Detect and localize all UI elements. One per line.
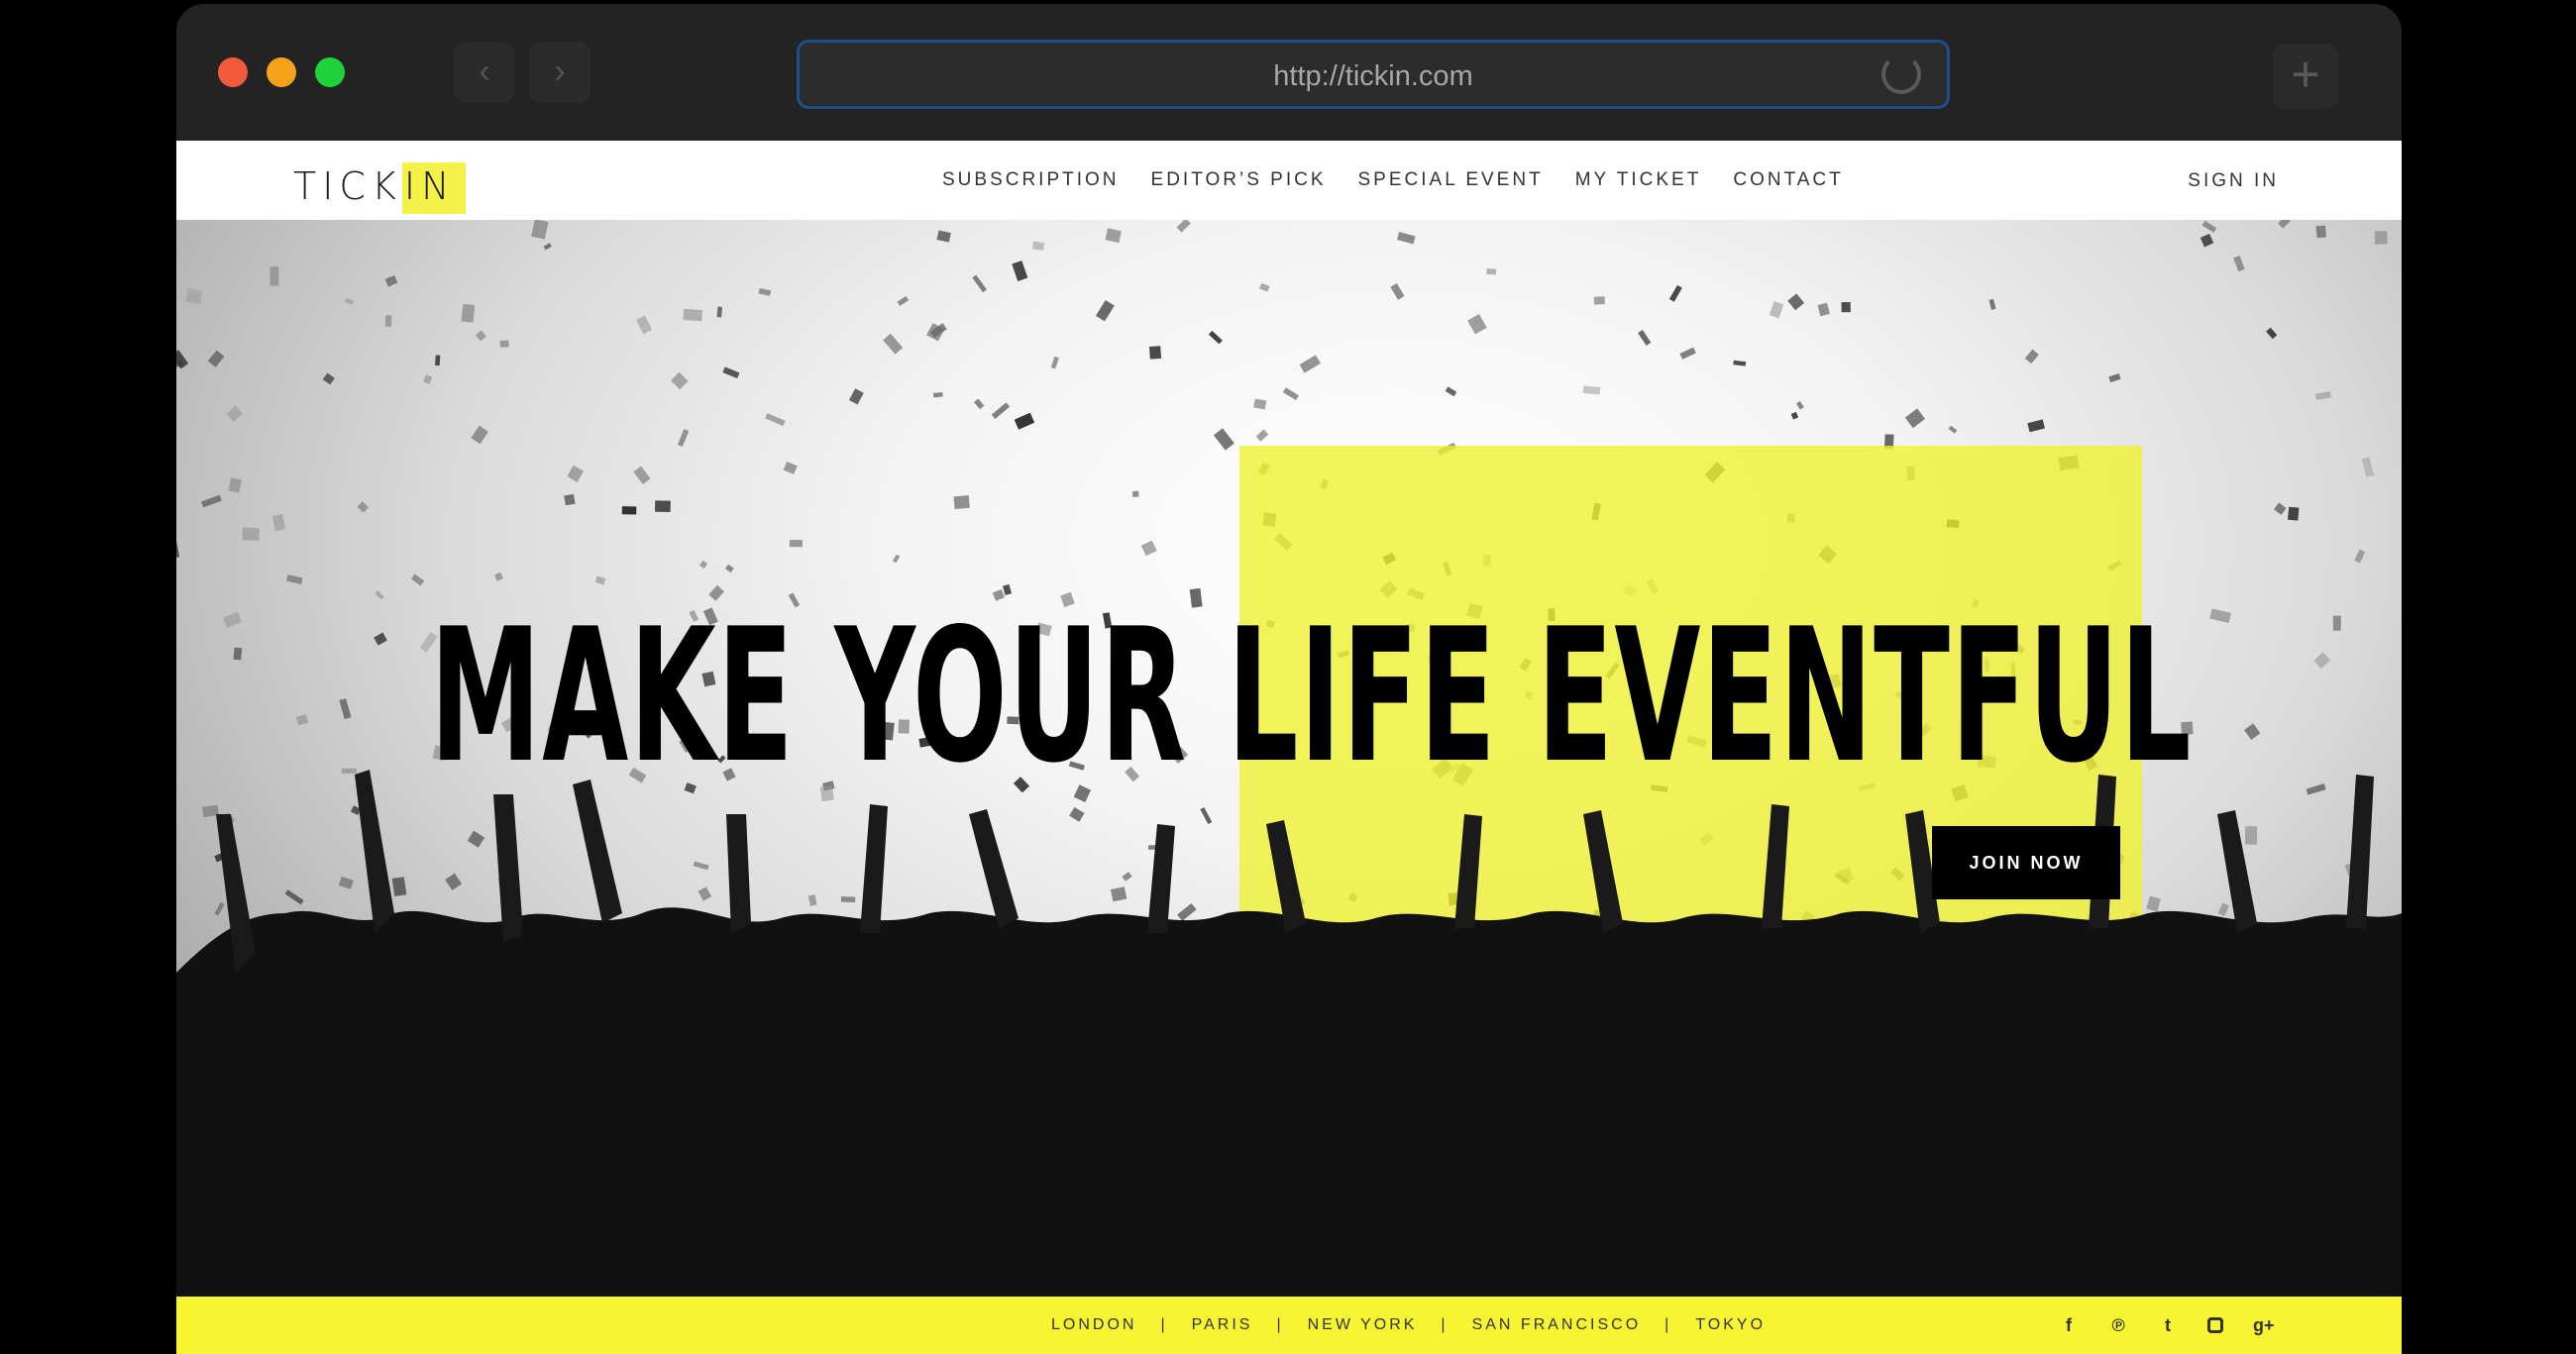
instagram-icon[interactable]	[2207, 1317, 2223, 1333]
city-list: LONDON | PARIS | NEW YORK | SAN FRANCISC…	[1051, 1297, 1766, 1354]
chevron-left-icon: ‹	[479, 52, 490, 90]
city-new-york[interactable]: NEW YORK	[1308, 1316, 1418, 1334]
city-tokyo[interactable]: TOKYO	[1695, 1316, 1766, 1334]
site-footer: LONDON | PARIS | NEW YORK | SAN FRANCISC…	[176, 1297, 2402, 1354]
nav-subscription[interactable]: SUBSCRIPTION	[942, 169, 1120, 191]
pinterest-icon[interactable]: ℗	[2108, 1315, 2128, 1336]
url-text: http://tickin.com	[1273, 60, 1473, 92]
join-now-button[interactable]: JOIN NOW	[1932, 826, 2120, 899]
city-london[interactable]: LONDON	[1051, 1316, 1136, 1334]
sign-in-link[interactable]: SIGN IN	[2188, 170, 2279, 192]
city-separator: |	[1441, 1316, 1449, 1333]
facebook-icon[interactable]: f	[2059, 1315, 2079, 1336]
main-nav: SUBSCRIPTION EDITOR’S PICK SPECIAL EVENT…	[942, 141, 1844, 220]
nav-my-ticket[interactable]: MY TICKET	[1575, 169, 1702, 191]
plus-icon: +	[2291, 47, 2320, 102]
browser-window: ‹ › http://tickin.com + TICKIN SUBSCRIPT…	[176, 4, 2402, 1354]
reload-icon[interactable]	[1881, 54, 1921, 94]
address-bar[interactable]: http://tickin.com	[797, 40, 1950, 109]
hero-section: MAKE YOUR LIFE EVENTFUL JOIN NOW	[176, 220, 2402, 1297]
nav-editors-pick[interactable]: EDITOR’S PICK	[1151, 169, 1327, 191]
close-window-button[interactable]	[218, 57, 248, 87]
city-separator: |	[1160, 1316, 1168, 1333]
chevron-right-icon: ›	[554, 52, 566, 90]
hero-headline: MAKE YOUR LIFE EVENTFUL	[430, 588, 2193, 803]
minimize-window-button[interactable]	[267, 57, 296, 87]
logo-text-tick: TICK	[293, 164, 402, 208]
browser-titlebar: ‹ › http://tickin.com +	[176, 4, 2402, 141]
city-separator: |	[1664, 1316, 1672, 1333]
site-logo[interactable]: TICKIN	[293, 162, 466, 214]
logo-text-in: IN	[401, 162, 466, 214]
city-san-francisco[interactable]: SAN FRANCISCO	[1472, 1316, 1642, 1334]
google-plus-icon[interactable]: g+	[2253, 1315, 2275, 1336]
site-header: TICKIN SUBSCRIPTION EDITOR’S PICK SPECIA…	[176, 141, 2402, 220]
maximize-window-button[interactable]	[315, 57, 345, 87]
nav-contact[interactable]: CONTACT	[1733, 169, 1843, 191]
forward-button[interactable]: ›	[529, 42, 590, 103]
back-button[interactable]: ‹	[454, 42, 515, 103]
city-paris[interactable]: PARIS	[1192, 1316, 1253, 1334]
city-separator: |	[1276, 1316, 1284, 1333]
social-links: f ℗ t g+	[2059, 1297, 2275, 1354]
nav-special-event[interactable]: SPECIAL EVENT	[1358, 169, 1544, 191]
new-tab-button[interactable]: +	[2273, 44, 2338, 109]
twitter-icon[interactable]: t	[2158, 1315, 2178, 1336]
